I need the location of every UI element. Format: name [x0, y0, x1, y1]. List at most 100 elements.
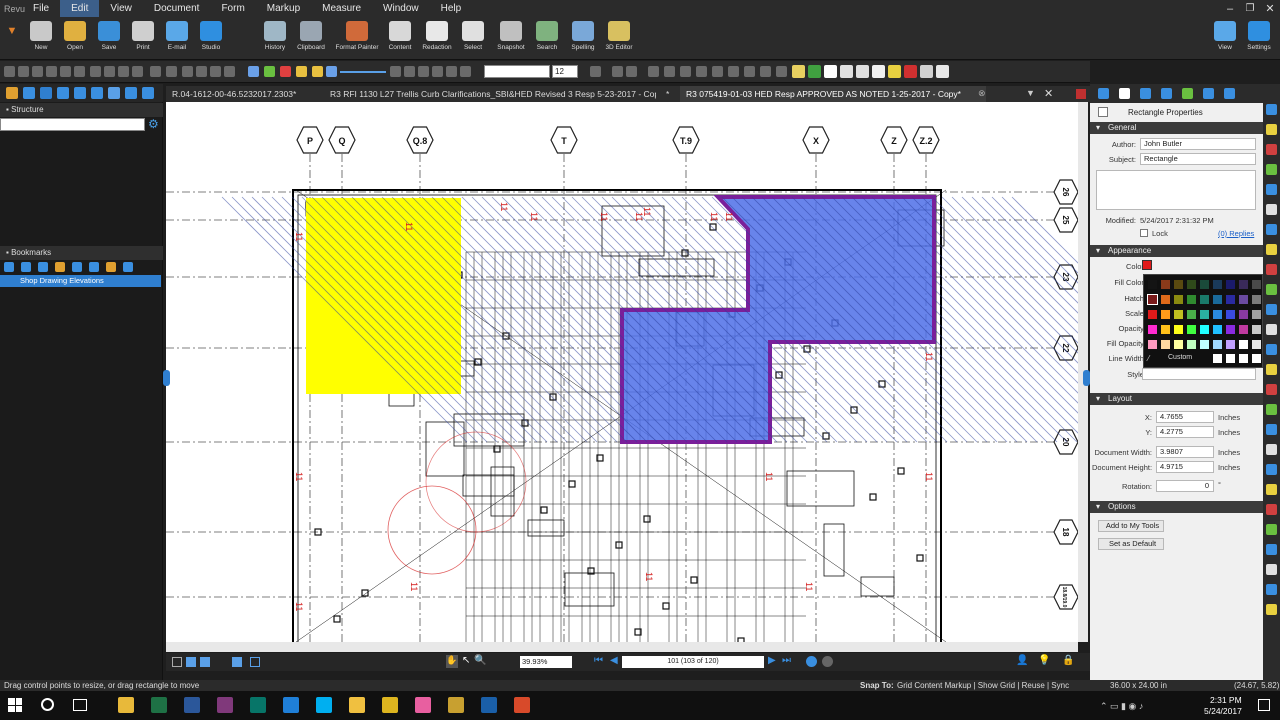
horizontal-scrollbar[interactable] [166, 642, 1078, 652]
tab-document-1[interactable]: R.04-1612-00-46.5232017.2303* [166, 86, 326, 102]
clock-time[interactable]: 2:31 PM [1210, 695, 1242, 705]
markup-tool-icon[interactable] [1266, 204, 1277, 215]
markup-tool-icon[interactable] [1266, 344, 1277, 355]
markup-tool-icon[interactable] [1266, 184, 1277, 195]
author-field[interactable]: John Butler [1140, 138, 1256, 150]
toolbar-tool-icon[interactable] [612, 66, 623, 77]
zoom-icon[interactable]: 🔍 [474, 655, 486, 666]
markup-tool-icon[interactable] [1266, 544, 1277, 555]
color-swatch[interactable] [1187, 340, 1196, 349]
color-swatch[interactable] [1226, 280, 1235, 289]
toolbar-tool-icon[interactable] [776, 66, 787, 77]
toolbar-tool-icon[interactable] [590, 66, 601, 77]
toolbar-tool-icon[interactable] [680, 66, 691, 77]
toolbar-tool-icon[interactable] [60, 66, 71, 77]
color-swatch[interactable] [1174, 325, 1183, 334]
toolbar-tool-icon[interactable] [460, 66, 471, 77]
notifications-icon[interactable] [1258, 699, 1270, 711]
word-icon[interactable] [184, 697, 200, 713]
toolbar-tool-icon[interactable] [390, 66, 401, 77]
color-swatch[interactable] [1213, 340, 1222, 349]
color-swatch[interactable] [1148, 280, 1157, 289]
color-swatch[interactable] [1161, 325, 1170, 334]
menu-document[interactable]: Document [143, 0, 211, 17]
toolbar-tool-icon[interactable] [792, 65, 805, 78]
markup-tool-icon[interactable] [1266, 564, 1277, 575]
properties-tab-icon[interactable] [1161, 88, 1172, 99]
lock-checkbox[interactable] [1140, 229, 1148, 237]
color-swatch[interactable] [1239, 310, 1248, 319]
markup-tool-icon[interactable] [1266, 424, 1277, 435]
markup-tool-icon[interactable] [1266, 104, 1277, 115]
next-page-icon[interactable]: ▶ [768, 655, 776, 666]
toolbar-tool-icon[interactable] [404, 66, 415, 77]
windows-start-icon[interactable] [8, 698, 22, 712]
toolbar-tool-icon[interactable] [888, 65, 901, 78]
toolbar-tool-icon[interactable] [264, 66, 275, 77]
pan-icon[interactable]: ✋ [446, 655, 458, 668]
panel-tab-icon[interactable] [23, 87, 35, 99]
panel-tab-icon[interactable] [91, 87, 103, 99]
first-page-icon[interactable]: ⏮ [594, 655, 603, 666]
tab-document-active[interactable]: R3 075419-01-03 HED Resp APPROVED AS NOT… [680, 86, 986, 102]
markup-tool-icon[interactable] [1266, 604, 1277, 615]
toolbar-tool-icon[interactable] [418, 66, 429, 77]
color-swatch[interactable] [1226, 325, 1235, 334]
panel-tab-icon[interactable] [40, 87, 52, 99]
color-swatch[interactable] [1187, 310, 1196, 319]
color-swatch[interactable] [1187, 325, 1196, 334]
bookmark-tool-icon[interactable] [89, 262, 99, 272]
toolbar-tool-icon[interactable] [296, 66, 307, 77]
left-collapse-handle[interactable] [163, 370, 170, 386]
markup-tool-icon[interactable] [1266, 464, 1277, 475]
color-swatch[interactable] [1200, 310, 1209, 319]
clipboard-button[interactable]: Clipboard [288, 19, 334, 59]
options-section-header[interactable]: Options [1090, 501, 1263, 513]
color-swatch[interactable] [1148, 340, 1157, 349]
properties-tab-icon[interactable] [1203, 88, 1214, 99]
bulb-icon[interactable]: 💡 [1038, 655, 1050, 666]
revu-icon[interactable] [481, 697, 497, 713]
y-field[interactable]: 4.2775 [1156, 426, 1214, 438]
toolbar-tool-icon[interactable] [182, 66, 193, 77]
menu-window[interactable]: Window [372, 0, 430, 17]
zoom-input[interactable]: 39.93% [520, 656, 572, 668]
color-swatch[interactable] [1252, 340, 1261, 349]
toolbar-tool-icon[interactable] [90, 66, 101, 77]
bookmark-tool-icon[interactable] [72, 262, 82, 272]
last-page-icon[interactable]: ⏭ [782, 655, 791, 666]
custom-color-icon[interactable]: ⁄ [1148, 354, 1157, 363]
set-as-default-button[interactable]: Set as Default [1098, 538, 1164, 550]
toolbar-tool-icon[interactable] [104, 66, 115, 77]
settings-button[interactable]: Settings [1236, 19, 1280, 59]
panel-tab-icon[interactable] [74, 87, 86, 99]
properties-tab-icon[interactable] [1119, 88, 1130, 99]
structure-search-input[interactable] [0, 118, 145, 131]
color-swatch[interactable] [1147, 294, 1158, 305]
color-swatch[interactable] [1252, 325, 1261, 334]
toolbar-tool-icon[interactable] [446, 66, 457, 77]
color-swatch[interactable] [1148, 325, 1157, 334]
color-swatch[interactable] [1239, 354, 1248, 363]
gear-app-icon[interactable] [448, 697, 464, 713]
color-swatch-icon[interactable] [1076, 89, 1086, 99]
app-icon[interactable] [514, 697, 530, 713]
studio-button[interactable]: Studio [188, 19, 234, 59]
markup-tool-icon[interactable] [1266, 364, 1277, 375]
color-swatch[interactable] [1161, 310, 1170, 319]
drawing-canvas[interactable]: P Q Q.8 T T.9 X Z Z.2 26 25 23 22 20 18 18.8/19.0 11 11… [166, 102, 1078, 642]
color-swatch[interactable] [1226, 295, 1235, 304]
color-swatch[interactable] [1239, 295, 1248, 304]
color-swatch[interactable] [1213, 280, 1222, 289]
3d-editor-button[interactable]: 3D Editor [596, 19, 642, 59]
color-swatch[interactable] [1148, 310, 1157, 319]
markup-tool-icon[interactable] [1266, 244, 1277, 255]
right-collapse-handle[interactable] [1083, 370, 1090, 386]
snap-options[interactable]: Grid Content Markup | Show Grid | Reuse … [897, 680, 1069, 691]
panel-tab-icon[interactable] [142, 87, 154, 99]
toolbar-tool-icon[interactable] [728, 66, 739, 77]
markup-tool-icon[interactable] [1266, 384, 1277, 395]
color-swatch[interactable] [1252, 280, 1261, 289]
floor-plan-drawing[interactable]: P Q Q.8 T T.9 X Z Z.2 26 25 23 22 20 18 18.8/19.0 11 11… [166, 102, 1078, 642]
color-swatch[interactable] [1200, 325, 1209, 334]
